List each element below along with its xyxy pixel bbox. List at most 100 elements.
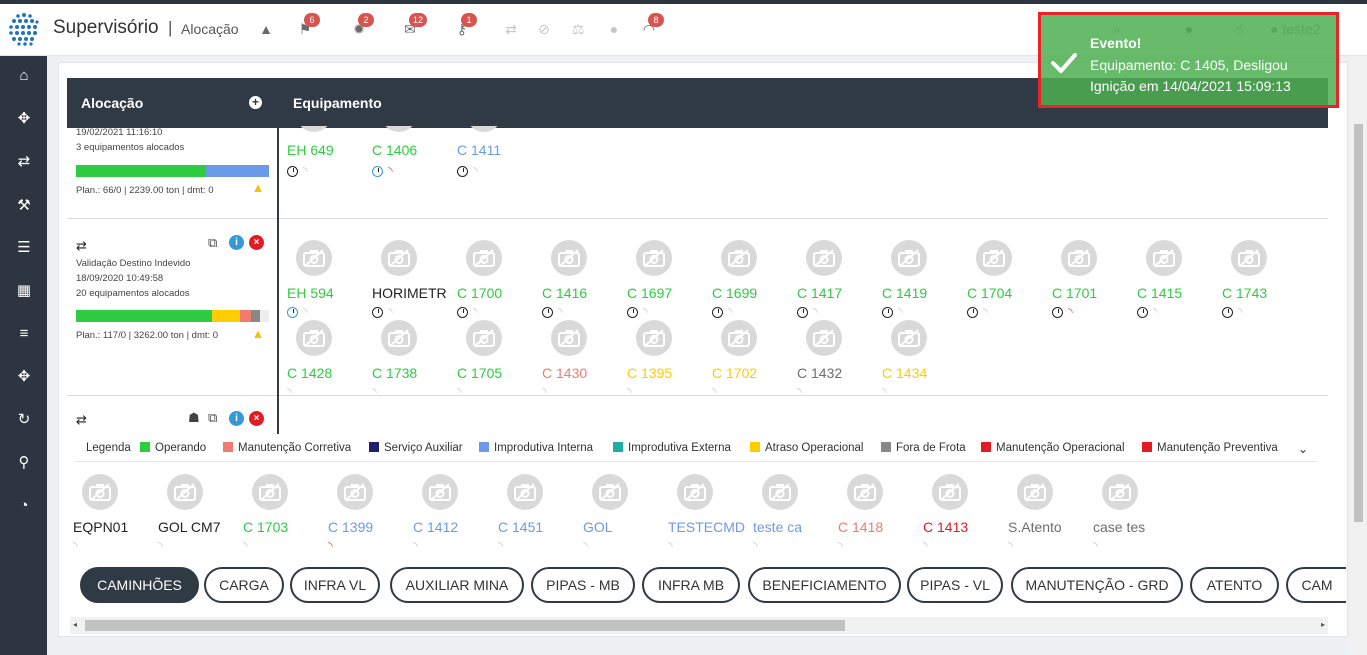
- copy-icon[interactable]: ⧉: [208, 410, 217, 426]
- mail-icon[interactable]: ✉ 12: [401, 13, 428, 38]
- equipment-tile[interactable]: C 1416 ◝: [539, 240, 619, 320]
- remove-icon[interactable]: ×: [249, 411, 264, 426]
- equipment-tile[interactable]: C 1406 ◝: [369, 126, 449, 206]
- column-divider: [277, 78, 279, 434]
- equipment-tile[interactable]: C 1418 ◝: [835, 474, 915, 554]
- tab-infra-vl[interactable]: INFRA VL: [290, 567, 380, 603]
- equipment-tile[interactable]: GOL CM7 ◝: [155, 474, 235, 554]
- key-icon[interactable]: ⚲: [14, 453, 34, 473]
- equipment-tile[interactable]: C 1701 ◝: [1049, 240, 1129, 320]
- camera-off-icon: [1061, 240, 1097, 276]
- move-alt-icon[interactable]: ✥: [14, 367, 34, 387]
- wrench-nav-icon[interactable]: ⚒: [14, 196, 34, 216]
- flag-icon[interactable]: ⚑ 6: [296, 13, 320, 38]
- gear-icon[interactable]: ✹ 2: [350, 13, 374, 38]
- equipment-tile[interactable]: S.Atento ◝: [1005, 474, 1085, 554]
- equipment-tile[interactable]: HORIMETR ◝: [369, 240, 449, 320]
- warning-icon[interactable]: ▲: [251, 181, 265, 194]
- scroll-right-icon[interactable]: ▸: [1321, 620, 1325, 629]
- wrench-icon[interactable]: ⚷ 1: [453, 13, 477, 38]
- equipment-tile[interactable]: C 1699 ◝: [709, 240, 789, 320]
- move-icon[interactable]: ✥: [14, 109, 34, 129]
- info-icon[interactable]: i: [229, 235, 244, 250]
- equipment-status-icons: ◝: [1137, 305, 1158, 319]
- row-divider: [67, 395, 277, 396]
- equipment-tile[interactable]: C 1697 ◝: [624, 240, 704, 320]
- legend-item-preventiva: Manutenção Preventiva: [1142, 442, 1278, 454]
- horizontal-scroll-thumb[interactable]: [85, 620, 845, 631]
- remove-icon[interactable]: ×: [249, 235, 264, 250]
- android-icon[interactable]: ☗: [188, 410, 200, 426]
- equipment-tile[interactable]: C 1432 ◝: [794, 320, 874, 400]
- equipment-tile[interactable]: C 1417 ◝: [794, 240, 874, 320]
- allocation-plan: Plan.: 66/0 | 2239.00 ton | dmt: 0: [76, 185, 214, 196]
- copy-icon[interactable]: ⧉: [208, 235, 217, 251]
- tab-carga[interactable]: CARGA: [204, 567, 284, 603]
- home-icon[interactable]: ⌂: [14, 66, 34, 86]
- tab-atento[interactable]: ATENTO: [1190, 567, 1279, 603]
- allocation-count: 20 equipamentos alocados: [76, 288, 190, 299]
- info-icon[interactable]: i: [229, 411, 244, 426]
- balance-icon[interactable]: ⚖: [569, 20, 587, 38]
- equipment-tile[interactable]: EH 649 ◝: [284, 126, 364, 206]
- tab-infra-mb[interactable]: INFRA MB: [642, 567, 740, 603]
- equipment-tile[interactable]: C 1412 ◝: [410, 474, 490, 554]
- equipment-tile[interactable]: C 1451 ◝: [495, 474, 575, 554]
- list-icon[interactable]: ☰: [14, 238, 34, 258]
- horizontal-scrollbar[interactable]: ◂ ▸: [70, 617, 1328, 634]
- tab-cam[interactable]: CAM: [1286, 567, 1346, 603]
- event-toast[interactable]: Evento! Equipamento: C 1405, Desligou Ig…: [1038, 12, 1339, 108]
- signal-icon: ◝: [838, 539, 843, 553]
- logo-icon[interactable]: [8, 12, 40, 46]
- calendar-icon[interactable]: ▦: [14, 281, 34, 301]
- camera-off-icon: [636, 320, 672, 356]
- tab-manuten-o-grd[interactable]: MANUTENÇÃO - GRD: [1011, 567, 1183, 603]
- equipment-tile[interactable]: C 1434 ◝: [879, 320, 959, 400]
- vertical-scroll-thumb[interactable]: [1354, 124, 1363, 522]
- refresh-icon[interactable]: ↻: [14, 410, 34, 430]
- equipment-tile[interactable]: C 1704 ◝: [964, 240, 1044, 320]
- equipment-tile[interactable]: C 1703 ◝: [240, 474, 320, 554]
- equipment-tile[interactable]: EH 594 ◝: [284, 240, 364, 320]
- dashboard-icon[interactable]: ◔: [14, 496, 34, 516]
- warning-icon[interactable]: ▲: [251, 327, 265, 340]
- warning-icon[interactable]: ▲: [257, 20, 275, 38]
- equipment-tile[interactable]: C 1700 ◝: [454, 240, 534, 320]
- equipment-tile[interactable]: GOL ◝: [580, 474, 660, 554]
- tab-pipas-mb[interactable]: PIPAS - MB: [531, 567, 635, 603]
- equipment-tile[interactable]: case tes ◝: [1090, 474, 1170, 554]
- tab-auxiliar-mina[interactable]: AUXILIAR MINA: [390, 567, 524, 603]
- equipment-tile[interactable]: C 1702 ◝: [709, 320, 789, 400]
- android-icon[interactable]: ●: [605, 20, 623, 38]
- equipment-tile[interactable]: C 1430 ◝: [539, 320, 619, 400]
- scroll-left-icon[interactable]: ◂: [73, 620, 77, 629]
- menu-icon[interactable]: ≡: [14, 324, 34, 344]
- tab-caminh-es[interactable]: CAMINHÕES: [80, 567, 199, 603]
- equipment-tile[interactable]: C 1399 ◝: [325, 474, 405, 554]
- equipment-tile[interactable]: TESTECMD ◝: [665, 474, 745, 554]
- equipment-tile[interactable]: C 1395 ◝: [624, 320, 704, 400]
- allocation-date: 19/02/2021 11:16:10: [76, 127, 163, 138]
- tab-beneficiamento[interactable]: BENEFICIAMENTO: [748, 567, 901, 603]
- equipment-tile[interactable]: C 1413 ◝: [920, 474, 1000, 554]
- tab-pipas-vl[interactable]: PIPAS - VL: [907, 567, 1003, 603]
- exchange-icon[interactable]: ⇄: [14, 152, 34, 172]
- shuffle-icon[interactable]: ⇄: [502, 20, 520, 38]
- signal-icon: ◝: [728, 305, 733, 319]
- equipment-tile[interactable]: C 1738 ◝: [369, 320, 449, 400]
- rss-icon[interactable]: ◠ 8: [640, 13, 664, 38]
- add-allocation-icon[interactable]: +: [249, 96, 262, 109]
- equipment-tile[interactable]: C 1743 ◝: [1219, 240, 1299, 320]
- equipment-tile[interactable]: C 1415 ◝: [1134, 240, 1214, 320]
- equipment-tile[interactable]: EQPN01 ◝: [70, 474, 150, 554]
- equipment-tile[interactable]: C 1428 ◝: [284, 320, 364, 400]
- ban-icon[interactable]: ⊘: [535, 20, 553, 38]
- equipment-tile[interactable]: C 1419 ◝: [879, 240, 959, 320]
- equipment-tile[interactable]: teste ca ◝: [750, 474, 830, 554]
- allocation-plan: Plan.: 117/0 | 3262.00 ton | dmt: 0: [76, 330, 219, 341]
- equipment-status-icons: ◝: [1222, 305, 1243, 319]
- equipment-tile[interactable]: C 1705 ◝: [454, 320, 534, 400]
- vertical-scrollbar[interactable]: [1350, 56, 1367, 655]
- equipment-tile[interactable]: C 1411 ◝: [454, 126, 534, 206]
- chevron-down-icon[interactable]: ⌄: [1298, 442, 1308, 456]
